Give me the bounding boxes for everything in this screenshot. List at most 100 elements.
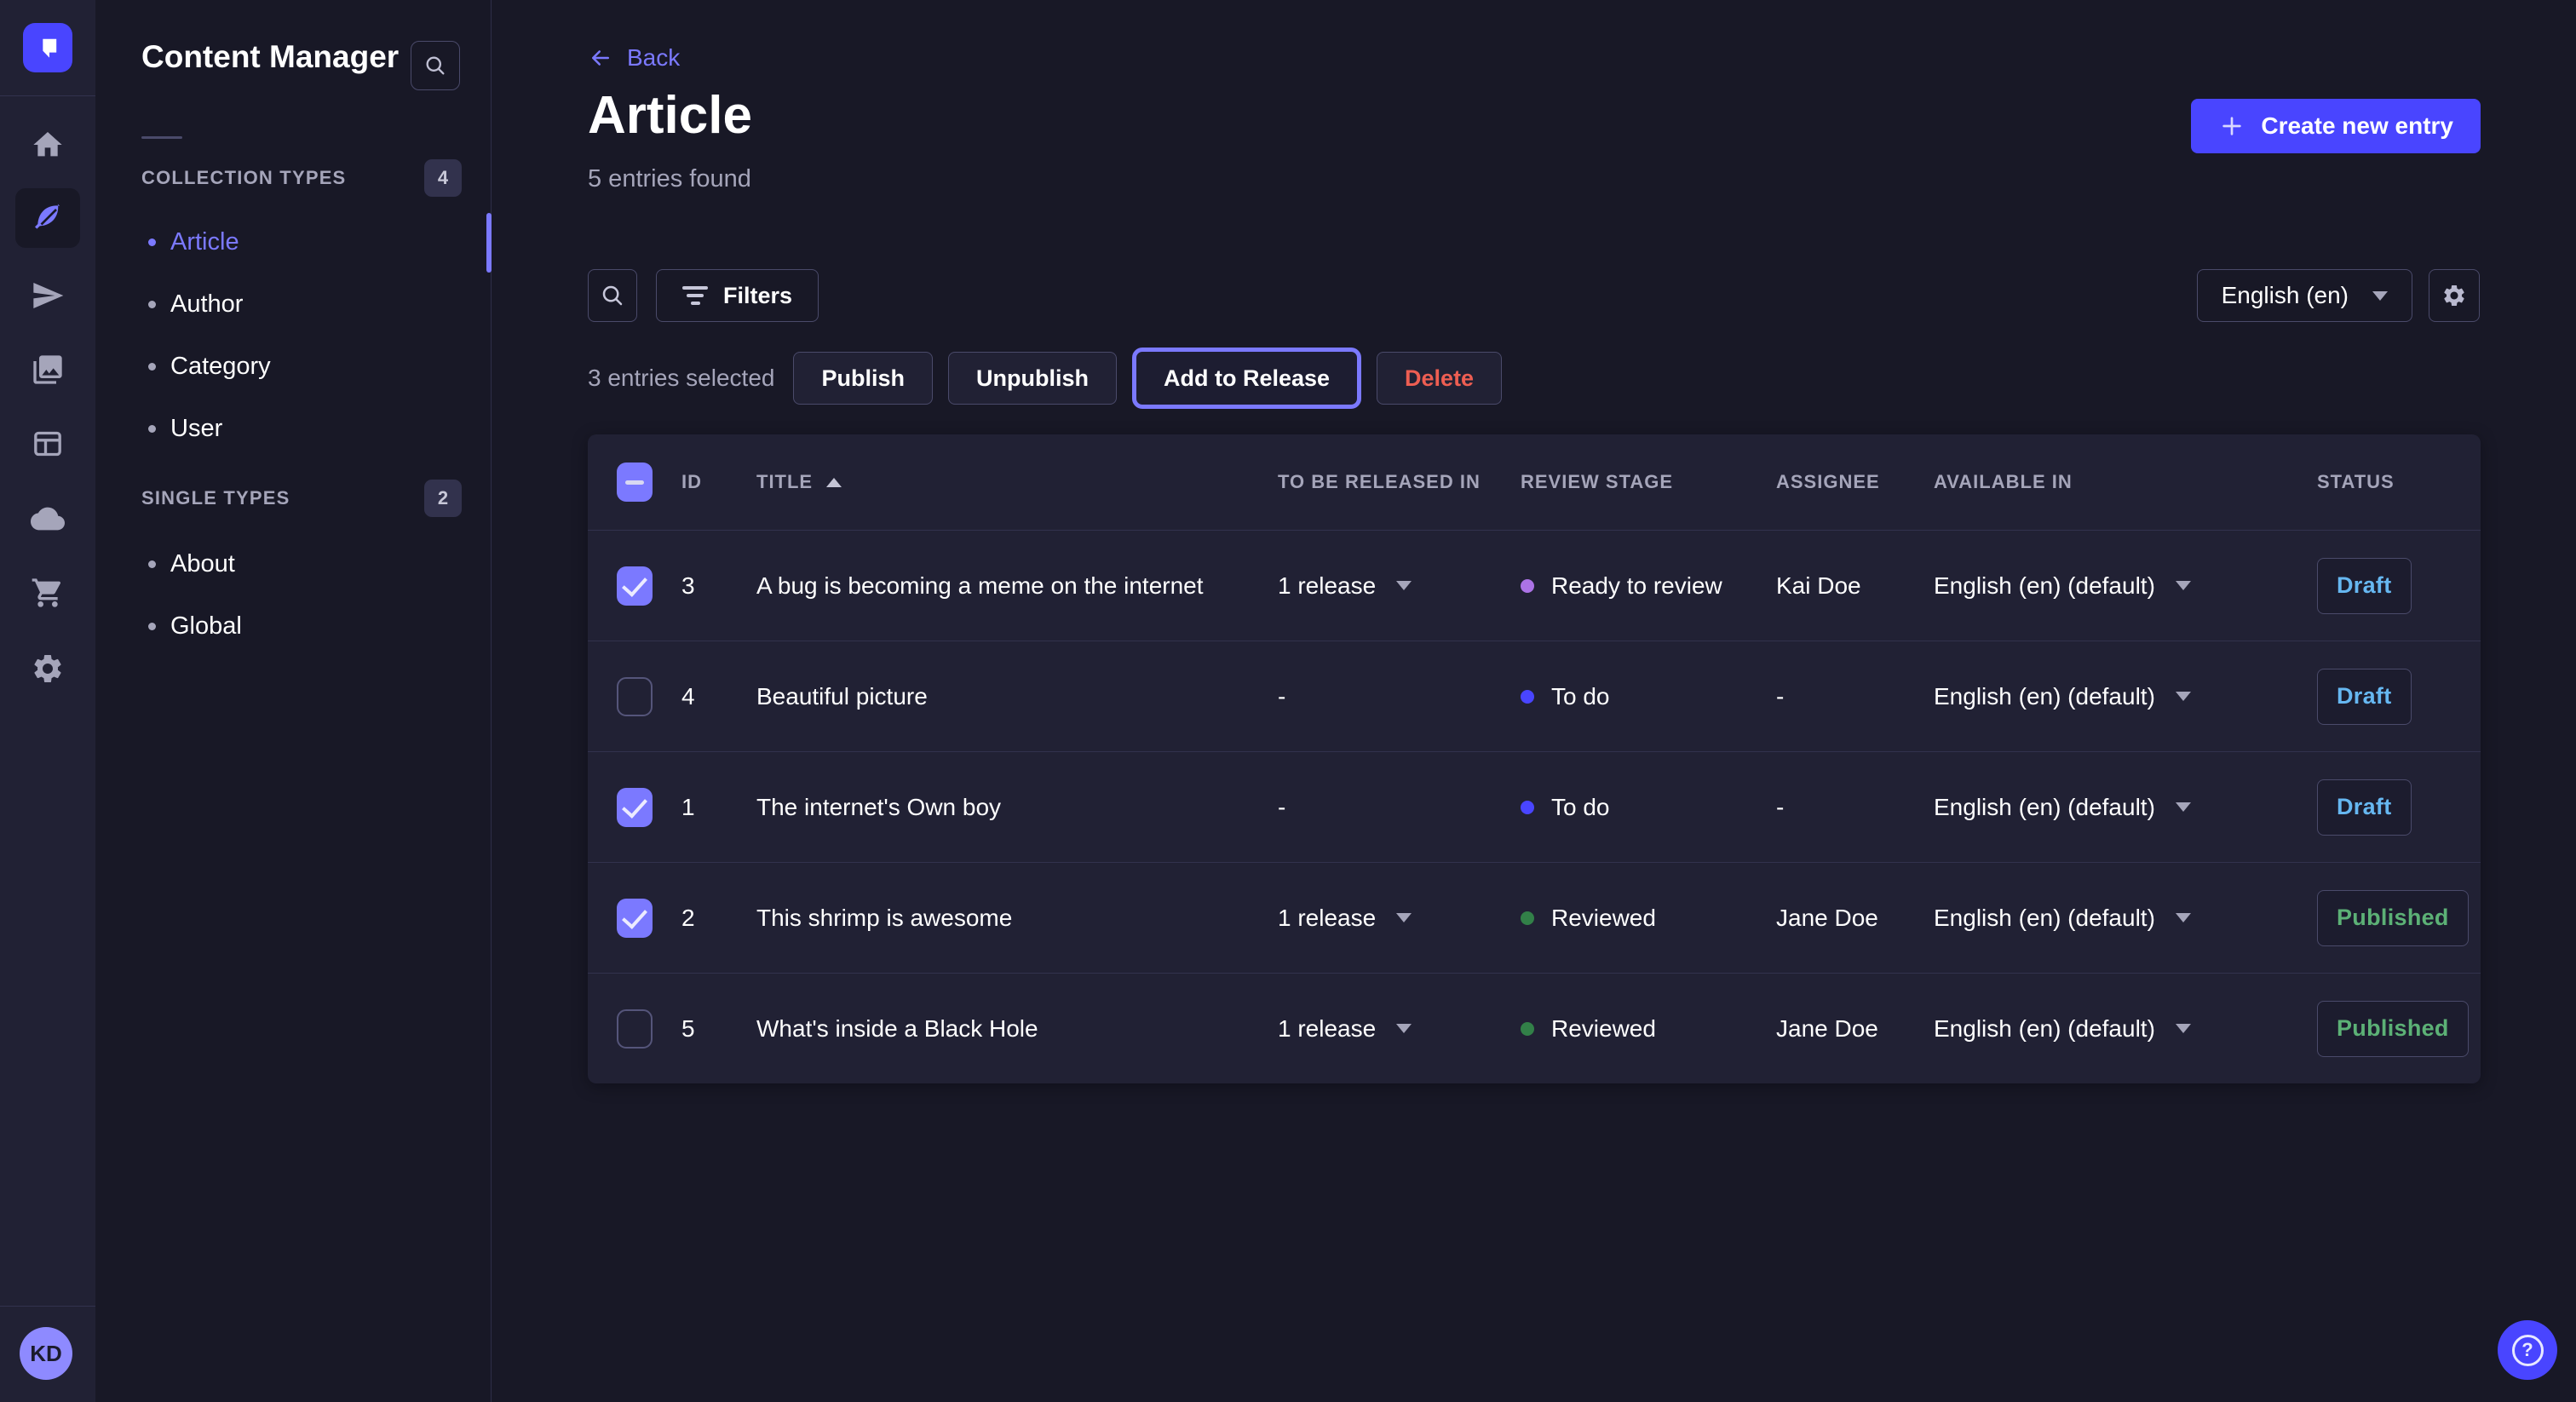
status-badge: Draft	[2317, 558, 2412, 614]
sidebar-item-user[interactable]: User	[148, 398, 472, 460]
selection-bar: 3 entries selected Publish Unpublish Add…	[588, 348, 1502, 409]
cell-locale-dropdown[interactable]: English (en) (default)	[1934, 1015, 2300, 1043]
sidebar-item-about[interactable]: About	[148, 533, 472, 595]
cell-locale-dropdown[interactable]: English (en) (default)	[1934, 794, 2300, 821]
delete-button[interactable]: Delete	[1377, 352, 1502, 405]
row-checkbox[interactable]	[617, 1009, 653, 1049]
collection-types-count-badge: 4	[424, 159, 462, 197]
cell-title: The internet's Own boy	[756, 794, 1278, 821]
table-row[interactable]: 3 A bug is becoming a meme on the intern…	[588, 530, 2481, 641]
cell-release-dropdown: -	[1278, 683, 1521, 710]
row-checkbox[interactable]	[617, 788, 653, 827]
create-new-entry-button[interactable]: Create new entry	[2191, 99, 2481, 153]
table-row[interactable]: 1 The internet's Own boy - To do - Engli…	[588, 751, 2481, 862]
chevron-down-icon	[2372, 291, 2388, 301]
sort-ascending-icon	[826, 478, 842, 487]
cell-title: Beautiful picture	[756, 683, 1278, 710]
active-item-indicator	[486, 213, 492, 273]
bullet-icon	[148, 363, 156, 371]
strapi-logo[interactable]	[23, 23, 72, 72]
cell-id: 4	[681, 683, 756, 710]
cell-release-dropdown[interactable]: 1 release	[1278, 1015, 1521, 1043]
column-header-id[interactable]: ID	[681, 471, 756, 493]
settings-gear-icon[interactable]	[15, 639, 80, 698]
entries-count: 5 entries found	[588, 165, 751, 193]
bullet-icon	[148, 623, 156, 630]
sidebar-item-author[interactable]: Author	[148, 273, 472, 336]
cell-title: What's inside a Black Hole	[756, 1015, 1278, 1043]
row-checkbox[interactable]	[617, 566, 653, 606]
chevron-down-icon	[2176, 581, 2191, 590]
app-root: KD Content Manager COLLECTION TYPES 4 Ar…	[0, 0, 2576, 1402]
column-header-available-in: AVAILABLE IN	[1934, 471, 2300, 493]
select-all-checkbox[interactable]	[617, 463, 653, 502]
user-avatar[interactable]: KD	[20, 1327, 72, 1380]
subnav-search-button[interactable]	[411, 41, 460, 90]
content-type-builder-icon[interactable]	[15, 414, 80, 474]
gear-icon	[2441, 283, 2467, 308]
cell-review-stage: To do	[1521, 794, 1776, 821]
status-badge: Published	[2317, 1001, 2469, 1057]
cell-assignee: -	[1776, 683, 1934, 710]
cell-locale-dropdown[interactable]: English (en) (default)	[1934, 905, 2300, 932]
sidebar-item-article[interactable]: Article	[148, 211, 472, 273]
stage-dot-icon	[1521, 690, 1534, 704]
single-types-label: SINGLE TYPES	[141, 487, 290, 509]
arrow-left-icon	[588, 45, 613, 71]
selection-count: 3 entries selected	[588, 365, 774, 392]
row-checkbox[interactable]	[617, 677, 653, 716]
unpublish-button[interactable]: Unpublish	[948, 352, 1117, 405]
row-checkbox[interactable]	[617, 899, 653, 938]
nav-rail: KD	[0, 0, 95, 1402]
back-link[interactable]: Back	[588, 44, 680, 72]
list-settings-button[interactable]	[2429, 269, 2480, 322]
content-manager-feather-icon[interactable]	[15, 188, 80, 248]
table-search-button[interactable]	[588, 269, 637, 322]
publish-button[interactable]: Publish	[793, 352, 933, 405]
help-button[interactable]: ?	[2498, 1320, 2557, 1380]
cell-id: 1	[681, 794, 756, 821]
cell-title: This shrimp is awesome	[756, 905, 1278, 932]
cell-title: A bug is becoming a meme on the internet	[756, 572, 1278, 600]
table-header-row: ID TITLE TO BE RELEASED IN REVIEW STAGE …	[588, 434, 2481, 530]
cell-review-stage: Reviewed	[1521, 1015, 1776, 1043]
stage-dot-icon	[1521, 579, 1534, 593]
table-row[interactable]: 2 This shrimp is awesome 1 release Revie…	[588, 862, 2481, 973]
collection-types-list: Article Author Category User	[148, 211, 472, 460]
marketplace-cart-icon[interactable]	[15, 563, 80, 623]
entries-table: ID TITLE TO BE RELEASED IN REVIEW STAGE …	[588, 434, 2481, 1083]
bullet-icon	[148, 301, 156, 308]
cloud-deploy-icon[interactable]	[15, 489, 80, 549]
table-row[interactable]: 5 What's inside a Black Hole 1 release R…	[588, 973, 2481, 1083]
add-to-release-button[interactable]: Add to Release	[1132, 348, 1361, 409]
releases-send-icon[interactable]	[15, 266, 80, 325]
media-library-icon[interactable]	[15, 340, 80, 399]
locale-select[interactable]: English (en)	[2197, 269, 2412, 322]
cell-review-stage: Ready to review	[1521, 572, 1776, 600]
subnav-divider	[141, 136, 182, 139]
plus-icon	[2218, 112, 2245, 140]
cell-id: 3	[681, 572, 756, 600]
cell-release-dropdown[interactable]: 1 release	[1278, 905, 1521, 932]
search-icon	[600, 283, 625, 308]
table-row[interactable]: 4 Beautiful picture - To do - English (e…	[588, 641, 2481, 751]
chevron-down-icon	[2176, 913, 2191, 922]
home-icon[interactable]	[15, 115, 80, 175]
cell-locale-dropdown[interactable]: English (en) (default)	[1934, 572, 2300, 600]
chevron-down-icon	[2176, 1024, 2191, 1033]
sidebar-item-category[interactable]: Category	[148, 336, 472, 398]
cell-assignee: -	[1776, 794, 1934, 821]
strapi-mark-icon	[33, 33, 62, 62]
cell-release-dropdown: -	[1278, 794, 1521, 821]
column-header-review-stage: REVIEW STAGE	[1521, 471, 1776, 493]
cell-id: 2	[681, 905, 756, 932]
cell-release-dropdown[interactable]: 1 release	[1278, 572, 1521, 600]
cell-locale-dropdown[interactable]: English (en) (default)	[1934, 683, 2300, 710]
filters-button[interactable]: Filters	[656, 269, 819, 322]
column-header-status: STATUS	[2300, 471, 2481, 493]
chevron-down-icon	[1396, 913, 1412, 922]
chevron-down-icon	[2176, 692, 2191, 701]
sidebar-item-global[interactable]: Global	[148, 595, 472, 658]
column-header-title[interactable]: TITLE	[756, 471, 1278, 493]
cell-assignee: Kai Doe	[1776, 572, 1934, 600]
